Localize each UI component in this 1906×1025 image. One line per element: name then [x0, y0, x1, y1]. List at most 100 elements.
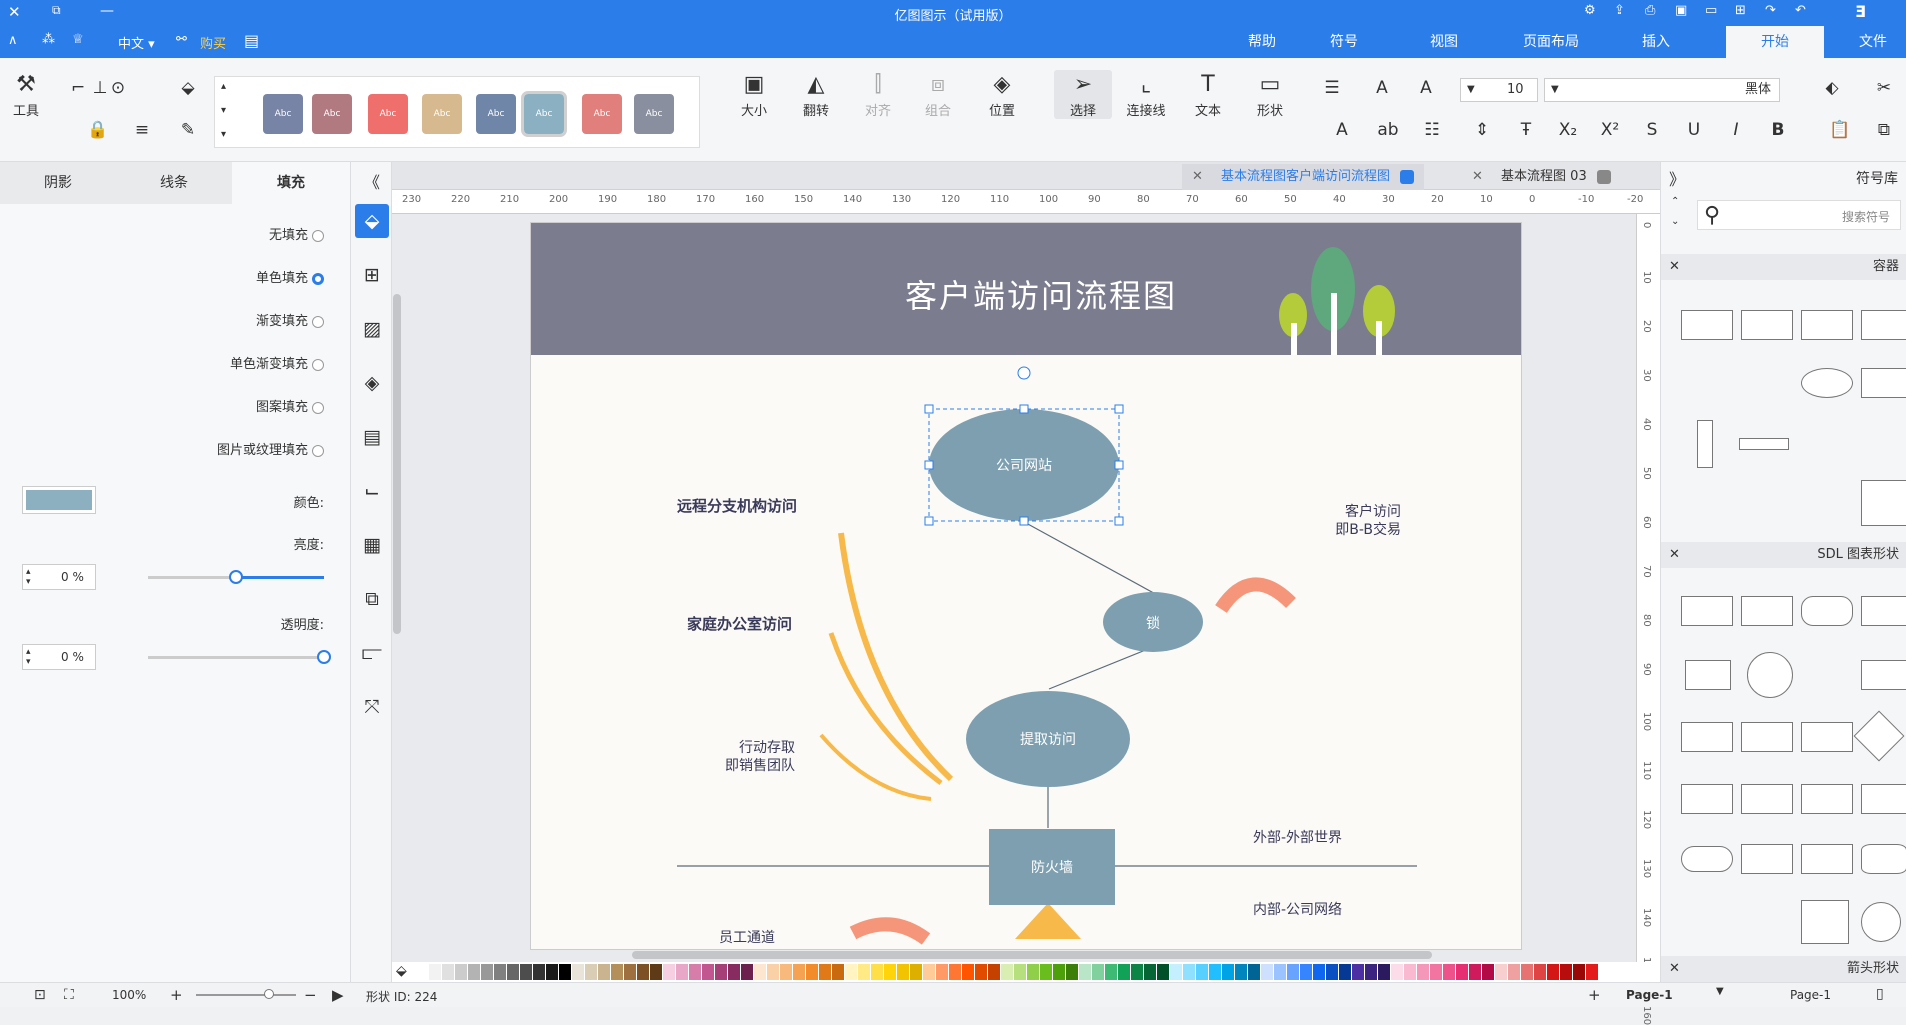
text-color-icon[interactable]: A [1330, 118, 1354, 142]
palette-color[interactable] [754, 964, 766, 980]
vertical-scrollbar[interactable] [392, 214, 402, 960]
connect-icon[interactable]: ⤧ [355, 690, 389, 724]
add-page-icon[interactable]: + [1588, 986, 1601, 1004]
grid-icon[interactable]: ⊞ [355, 258, 389, 292]
palette-color[interactable] [507, 964, 519, 980]
org-icon[interactable]: ⧉ [355, 582, 389, 616]
palette-color[interactable] [936, 964, 948, 980]
palette-color[interactable] [1508, 964, 1520, 980]
palette-color[interactable] [637, 964, 649, 980]
horizontal-scrollbar[interactable] [402, 950, 1636, 960]
palette-color[interactable] [1521, 964, 1533, 980]
symbol-shape[interactable] [1741, 722, 1793, 752]
spin-down-icon[interactable]: ▾ [26, 650, 31, 674]
crop-icon[interactable]: ⊥ [88, 76, 112, 100]
palette-color[interactable] [741, 964, 753, 980]
text-button[interactable]: T 文本 [1186, 72, 1230, 119]
tools-button[interactable]: ⚒ 工具 [8, 72, 44, 119]
tab-shadow[interactable]: 阴影 [0, 162, 116, 204]
strikethrough-icon[interactable]: S [1640, 118, 1664, 142]
subscript-icon[interactable]: X₂ [1556, 118, 1580, 142]
new-icon[interactable]: ⊞ [1735, 3, 1746, 18]
palette-color[interactable] [1378, 964, 1390, 980]
palette-color[interactable] [624, 964, 636, 980]
size-button[interactable]: ▣ 大小 [732, 72, 776, 119]
palette-color[interactable] [520, 964, 532, 980]
brightness-slider[interactable] [148, 570, 324, 584]
theme-icon[interactable]: ♕ [72, 32, 84, 47]
symbol-shape[interactable] [1697, 420, 1713, 468]
print-icon[interactable]: ⎙ [1645, 3, 1655, 18]
symbol-shape[interactable] [1861, 660, 1906, 690]
palette-color[interactable] [845, 964, 857, 980]
palette-color[interactable] [819, 964, 831, 980]
palette-color[interactable] [910, 964, 922, 980]
style-swatch[interactable]: Abc [476, 94, 516, 134]
palette-color[interactable] [975, 964, 987, 980]
line-weight-icon[interactable]: ≡ [130, 118, 154, 142]
buy-button[interactable]: 购买 [200, 33, 226, 52]
layers-icon[interactable]: ◈ [355, 366, 389, 400]
zoom-out-icon[interactable]: − [304, 986, 317, 1004]
tab-help[interactable]: 帮助 [1228, 26, 1296, 58]
connector-button[interactable]: ⌞ 连接线 [1120, 72, 1172, 119]
palette-color[interactable] [1196, 964, 1208, 980]
symbol-shape[interactable] [1853, 710, 1905, 762]
page-view-icon[interactable]: ▯ [1876, 986, 1884, 1002]
palette-color[interactable] [1443, 964, 1455, 980]
symbol-shape[interactable] [1861, 902, 1901, 942]
save-icon[interactable]: ▣ [1675, 3, 1687, 18]
copy-icon[interactable]: ⧉ [1872, 118, 1896, 142]
palette-color[interactable] [715, 964, 727, 980]
palette-color[interactable] [1573, 964, 1585, 980]
symbol-shape[interactable] [1739, 438, 1789, 450]
symbol-shape[interactable] [1681, 784, 1733, 814]
palette-color[interactable] [481, 964, 493, 980]
page-tab-active[interactable]: Page-1 [1626, 988, 1673, 1002]
doc-tab-basic03[interactable]: ✕ 基本流程图 03 [1462, 164, 1621, 190]
style-swatch[interactable]: Abc [263, 94, 303, 134]
font-grow-icon[interactable]: A [1414, 76, 1438, 100]
tab-home[interactable]: 开始 [1726, 26, 1824, 58]
symbol-shape[interactable] [1801, 900, 1849, 944]
symbol-shape[interactable] [1685, 660, 1731, 690]
palette-color[interactable] [676, 964, 688, 980]
fill-option-solid[interactable]: 单色填充 [256, 267, 324, 286]
page-icon[interactable]: ▤ [355, 420, 389, 454]
palette-color[interactable] [702, 964, 714, 980]
zoom-slider-knob[interactable] [264, 989, 274, 999]
close-tab-icon[interactable]: ✕ [1472, 169, 1483, 184]
palette-color[interactable] [949, 964, 961, 980]
symbol-shape[interactable] [1801, 784, 1853, 814]
italic-icon[interactable]: I [1724, 118, 1748, 142]
style-swatch-selected[interactable]: Abc [521, 91, 567, 137]
style-swatch[interactable]: Abc [368, 94, 408, 134]
palette-color[interactable] [1391, 964, 1403, 980]
palette-color[interactable] [1040, 964, 1052, 980]
palette-color[interactable] [429, 964, 441, 980]
fill-color-picker[interactable] [22, 486, 96, 514]
symbol-search-box[interactable]: ⚲ 搜索符号 [1697, 200, 1901, 230]
share-icon[interactable]: ⇪ [1614, 3, 1625, 18]
palette-color[interactable] [1404, 964, 1416, 980]
underline-icon[interactable]: U [1682, 118, 1706, 142]
palette-color[interactable] [598, 964, 610, 980]
fill-option-gradient[interactable]: 渐变填充 [256, 310, 324, 329]
timeline-icon[interactable]: ⫍ [355, 636, 389, 670]
palette-color[interactable] [1053, 964, 1065, 980]
palette-color[interactable] [728, 964, 740, 980]
apps-icon[interactable]: ⁂ [42, 32, 55, 47]
palette-color[interactable] [832, 964, 844, 980]
palette-color[interactable] [1352, 964, 1364, 980]
close-category-icon[interactable]: ✕ [1669, 542, 1680, 568]
tab-page-layout[interactable]: 页面布局 [1506, 26, 1596, 58]
doc-tab-customer[interactable]: ✕ 基本流程图客户端访问流程图 [1182, 164, 1425, 190]
palette-color[interactable] [585, 964, 597, 980]
symbol-shape[interactable] [1801, 596, 1853, 626]
close-category-icon[interactable]: ✕ [1669, 956, 1680, 982]
zoom-slider[interactable] [196, 989, 296, 999]
palette-color[interactable] [1144, 964, 1156, 980]
palette-color[interactable] [858, 964, 870, 980]
fit-page-icon[interactable]: ⊡ [34, 987, 46, 1003]
palette-color[interactable] [1586, 964, 1598, 980]
